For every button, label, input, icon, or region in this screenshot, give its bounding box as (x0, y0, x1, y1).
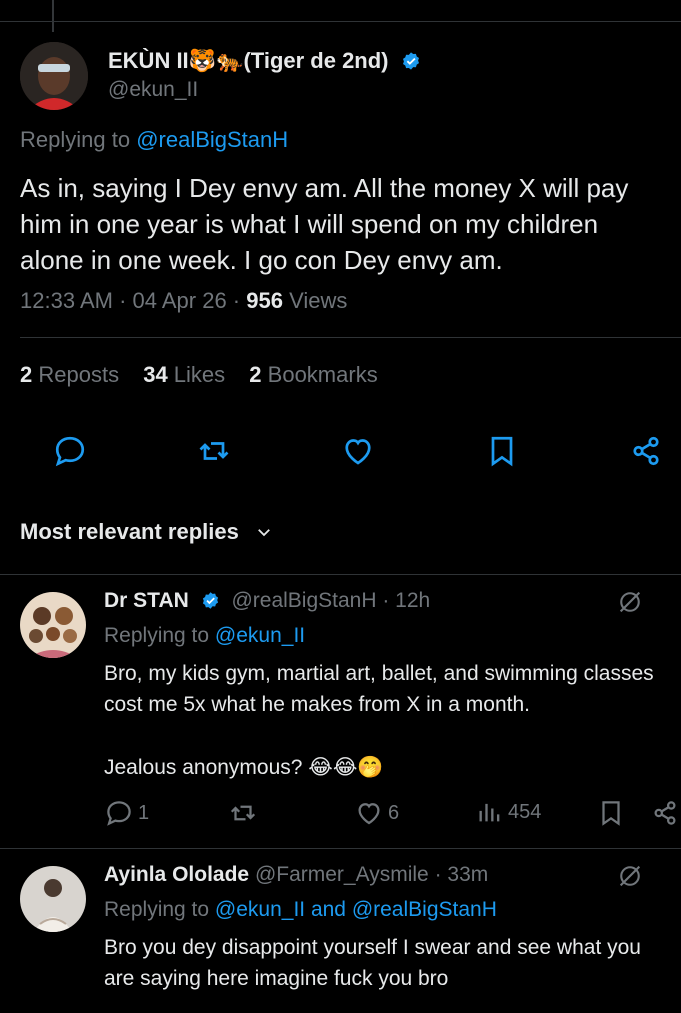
reply-views-button[interactable]: 454 (476, 798, 541, 826)
author-handle[interactable]: @ekun_II (108, 78, 198, 102)
replies-sort-dropdown[interactable]: Most relevant replies (20, 519, 273, 545)
reply-text-line: cost me 5x what he makes from X in a mon… (104, 693, 531, 716)
reply-replying-prefix: Replying to (104, 898, 215, 921)
reply-like-button[interactable]: 6 (354, 798, 399, 828)
thread-connector-line (52, 0, 54, 32)
verified-badge-icon (402, 52, 419, 70)
replies-sort-label: Most relevant replies (20, 519, 239, 544)
reply-icon[interactable] (52, 433, 88, 469)
repost-icon (230, 805, 256, 821)
bookmarks-stat[interactable]: 2 Bookmarks (249, 362, 377, 387)
share-icon[interactable] (628, 433, 664, 469)
reply-reply-button[interactable]: 1 (104, 798, 149, 828)
reposts-count: 2 (20, 362, 33, 387)
reply-text-line: Bro you dey disappoint yourself I swear … (104, 936, 641, 959)
author-name-text: EKÙN II🐯🐅(Tiger de 2nd) (108, 48, 389, 73)
grok-icon[interactable] (616, 862, 644, 890)
verified-badge-icon (202, 592, 218, 609)
views-count: 956 (246, 288, 283, 313)
share-icon (654, 801, 676, 825)
reply-text-line: Jealous anonymous? 😂😂🤭 (104, 756, 384, 779)
likes-label: Likes (167, 362, 226, 387)
reply-action-bar: 1 6 454 (104, 798, 681, 834)
reply-replying-prefix: Replying to (104, 624, 215, 647)
tweet-text-line: alone in one week. I go con Dey envy am. (20, 245, 503, 275)
author-name[interactable]: EKÙN II🐯🐅(Tiger de 2nd) (108, 48, 421, 74)
reply-avatar-image (20, 866, 86, 932)
reply-author[interactable]: Dr STAN @realBigStanH · 12h (104, 589, 430, 613)
reply-repost-button[interactable] (228, 798, 262, 828)
likes-count: 34 (143, 362, 168, 387)
reply-like-count: 6 (388, 801, 400, 824)
tweet-meta: 12:33 AM · 04 Apr 26 · 956 Views (20, 288, 347, 314)
tweet-detail-page: EKÙN II🐯🐅(Tiger de 2nd) @ekun_II Replyin… (0, 0, 681, 1013)
reposts-label: Reposts (32, 362, 120, 387)
reposts-stat[interactable]: 2 Reposts (20, 362, 119, 387)
reply-replying-link[interactable]: @ekun_II (215, 624, 305, 647)
tweet-text: As in, saying I Dey envy am. All the mon… (20, 170, 681, 278)
replying-to-link[interactable]: @realBigStanH (136, 127, 288, 152)
reply-author-handle: @Farmer_Aysmile · 33m (254, 863, 489, 886)
reply-reply-count: 1 (138, 801, 150, 824)
reply-avatar[interactable] (20, 866, 86, 932)
tweet-timestamp[interactable]: 12:33 AM · 04 Apr 26 · (20, 288, 246, 313)
grok-icon[interactable] (616, 588, 644, 616)
reply-replying-to: Replying to @ekun_II (104, 624, 305, 648)
divider (20, 337, 681, 338)
engagement-stats: 2 Reposts 34 Likes 2 Bookmarks (20, 362, 396, 388)
reply-author-name: Ayinla Ololade (104, 863, 250, 886)
bookmark-icon[interactable] (484, 433, 520, 469)
divider (0, 574, 681, 575)
reply-bookmark-button[interactable] (596, 798, 630, 828)
like-icon (358, 803, 380, 825)
tweet-text-line: him in one year is what I will spend on … (20, 209, 599, 239)
bookmarks-label: Bookmarks (261, 362, 378, 387)
reply-avatar-image (20, 592, 86, 658)
chevron-down-icon (258, 529, 270, 537)
tweet-text-line: As in, saying I Dey envy am. All the mon… (20, 173, 629, 203)
reply-author[interactable]: Ayinla Ololade @Farmer_Aysmile · 33m (104, 863, 488, 887)
views-label: Views (282, 288, 348, 313)
author-avatar[interactable] (20, 42, 88, 110)
reply-replying-link[interactable]: @ekun_II and @realBigStanH (215, 898, 497, 921)
likes-stat[interactable]: 34 Likes (143, 362, 225, 387)
reply-share-button[interactable] (650, 798, 681, 828)
repost-icon[interactable] (196, 433, 232, 469)
reply-author-name: Dr STAN (104, 589, 189, 612)
reply-text-line: Bro, my kids gym, martial art, ballet, a… (104, 662, 654, 685)
like-icon[interactable] (340, 433, 376, 469)
replying-to: Replying to @realBigStanH (20, 127, 288, 153)
divider (0, 848, 681, 849)
top-divider (0, 21, 681, 22)
bookmark-icon (602, 801, 620, 826)
reply-author-handle: @realBigStanH · 12h (231, 589, 431, 612)
reply-replying-to: Replying to @ekun_II and @realBigStanH (104, 898, 497, 922)
views-icon (479, 803, 500, 822)
reply-text-line: are saying here imagine fuck you bro (104, 967, 449, 990)
reply-avatar[interactable] (20, 592, 86, 658)
replying-prefix: Replying to (20, 127, 137, 152)
author-avatar-image (20, 42, 88, 110)
bookmarks-count: 2 (249, 362, 262, 387)
reply-icon (107, 801, 131, 826)
reply-views-count: 454 (508, 800, 542, 823)
